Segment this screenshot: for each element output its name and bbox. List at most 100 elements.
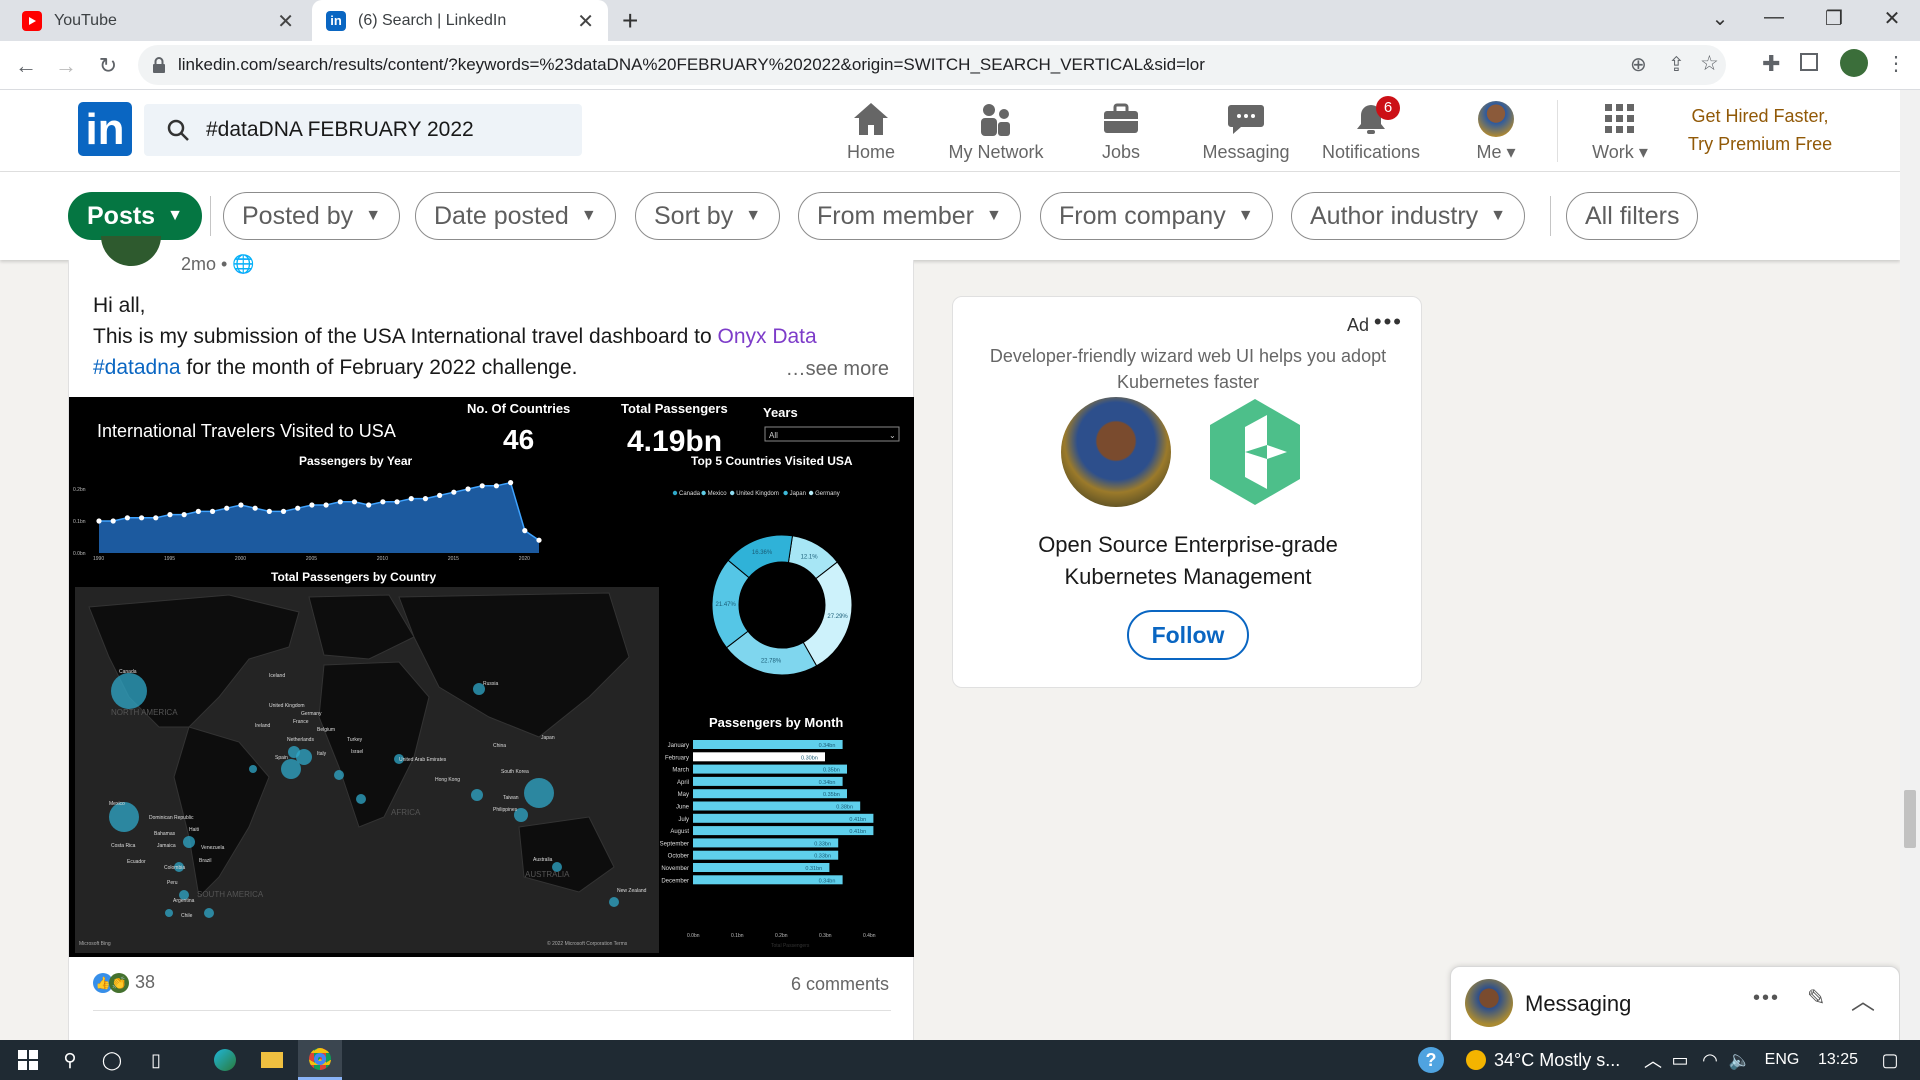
bookmark-star-icon[interactable]: ☆ [1700,51,1719,76]
data-point [266,508,272,514]
filter-date-posted-button[interactable]: Date posted ▼ [415,192,616,240]
caret-down-icon: ▼ [1237,207,1254,224]
nav-work[interactable]: Work ▾ [1565,98,1675,168]
filter-sort-by-button[interactable]: Sort by ▼ [635,192,781,240]
close-window-button[interactable]: ✕ [1878,6,1906,31]
close-tab-icon[interactable]: ✕ [277,9,294,34]
minimize-button[interactable]: — [1760,6,1788,29]
nav-home[interactable]: Home [816,98,926,168]
chevron-down-icon: ▾ [1506,142,1516,162]
mention-link[interactable]: Onyx Data [717,325,816,348]
reload-icon[interactable]: ↻ [94,52,122,80]
profile-avatar[interactable] [1840,49,1868,77]
help-icon[interactable]: ? [1414,1040,1448,1080]
comments-count-link[interactable]: 6 comments [791,974,889,995]
search-box[interactable]: #dataDNA FEBRUARY 2022 [144,104,582,156]
category-label: October [668,854,689,860]
dashboard-svg: International Travelers Visited to USA N… [69,397,914,957]
map-bubble [609,897,619,907]
map-label: AUSTRALIA [525,870,570,879]
search-input[interactable]: #dataDNA FEBRUARY 2022 [206,118,474,142]
chevron-up-icon[interactable]: ︿ [1851,981,1875,1016]
map-title: Total Passengers by Country [271,570,436,584]
share-icon[interactable]: ⇪ [1668,52,1685,77]
tab-title: (6) Search | LinkedIn [358,11,507,29]
back-icon[interactable]: ← [12,52,40,80]
weather-text[interactable]: 34°C Mostly s... [1494,1040,1634,1080]
nav-messaging[interactable]: Messaging [1191,98,1301,168]
map-label: Philippines [493,807,518,813]
data-point [437,492,443,498]
data-point [536,537,542,543]
scrollbar-thumb[interactable] [1904,790,1916,848]
chevron-up-icon[interactable]: ︿ [1640,1040,1666,1080]
more-options-icon[interactable]: ••• [1753,987,1780,1010]
data-point [366,502,372,508]
forward-icon[interactable]: → [52,52,80,80]
author-avatar[interactable] [101,236,161,266]
compose-icon[interactable]: ✎ [1807,985,1825,1011]
address-bar[interactable]: linkedin.com/search/results/content/?key… [138,45,1726,85]
new-tab-button[interactable]: + [622,5,638,37]
x-tick-label: 2020 [519,556,530,562]
windows-taskbar: ⚲ ◯ ▯ ? 34°C Mostly s... ︿ ▭ ◠ 🔈 ENG 13:… [0,1040,1920,1080]
linkedin-logo[interactable]: in [78,102,132,156]
nav-my-network[interactable]: My Network [941,98,1051,168]
search-icon[interactable]: ⚲ [50,1040,90,1080]
filter-from-member-button[interactable]: From member ▼ [798,192,1021,240]
tab-youtube[interactable]: YouTube ✕ [8,0,308,41]
clock[interactable]: 13:25 [1808,1040,1868,1080]
follow-button[interactable]: Follow [1127,610,1249,660]
windows-start-icon[interactable] [8,1040,48,1080]
filter-author-industry-button[interactable]: Author industry ▼ [1291,192,1525,240]
nav-jobs[interactable]: Jobs [1066,98,1176,168]
see-more-link[interactable]: …see more [786,358,889,381]
nav-notifications[interactable]: 6 Notifications [1316,96,1426,168]
chrome-icon[interactable] [298,1040,342,1080]
restore-button[interactable]: ❐ [1820,6,1848,31]
tab-linkedin[interactable]: in (6) Search | LinkedIn ✕ [312,0,608,41]
close-tab-icon[interactable]: ✕ [577,9,594,34]
file-explorer-icon[interactable] [252,1040,292,1080]
ad-title-line-1: Open Source Enterprise-grade [1038,532,1338,557]
data-point [408,496,414,502]
filter-posts-button[interactable]: Posts ▼ [68,192,202,240]
all-filters-button[interactable]: All filters [1566,192,1699,240]
notification-center-icon[interactable]: ▢ [1870,1040,1910,1080]
data-point [153,515,159,521]
zoom-icon[interactable]: ⊕ [1630,52,1647,77]
more-options-icon[interactable]: ••• [1374,309,1403,335]
filter-from-company-button[interactable]: From company ▼ [1040,192,1273,240]
cortana-icon[interactable]: ◯ [92,1040,132,1080]
category-label: February [665,755,689,761]
x-tick-label: 2005 [306,556,317,562]
filter-posted-by-button[interactable]: Posted by ▼ [223,192,401,240]
reactions-summary[interactable]: 👍 👏 38 [93,972,155,993]
data-point [96,518,102,524]
volume-icon[interactable]: 🔈 [1726,1040,1754,1080]
task-view-icon[interactable]: ▯ [136,1040,176,1080]
edge-icon[interactable] [205,1040,245,1080]
map-label: Bahamas [154,831,176,837]
battery-icon[interactable]: ▭ [1666,1040,1694,1080]
donut-chart-title: Top 5 Countries Visited USA [691,454,853,468]
browser-menu-icon[interactable]: ⋮ [1886,51,1906,76]
dashboard-image[interactable]: International Travelers Visited to USA N… [69,397,914,957]
language-indicator[interactable]: ENG [1760,1040,1804,1080]
header-divider [1557,100,1558,162]
years-slicer[interactable] [764,426,900,442]
data-point [508,480,514,486]
nav-label: Home [846,142,895,162]
premium-line-2: Try Premium Free [1687,134,1833,154]
map-label: Ireland [255,723,271,729]
extensions-icon[interactable]: ✚ [1762,51,1780,77]
hashtag-link[interactable]: #datadna [93,356,181,379]
map-label: United Kingdom [269,703,305,709]
tab-search-icon[interactable]: ⌄ [1706,6,1734,31]
legend-marker [701,490,706,496]
wifi-icon[interactable]: ◠ [1696,1040,1724,1080]
nav-me[interactable]: Me ▾ [1441,98,1551,168]
side-panel-icon[interactable] [1800,53,1818,71]
premium-link[interactable]: Get Hired Faster, Try Premium Free [1680,102,1840,158]
page-scrollbar[interactable] [1900,90,1920,1040]
